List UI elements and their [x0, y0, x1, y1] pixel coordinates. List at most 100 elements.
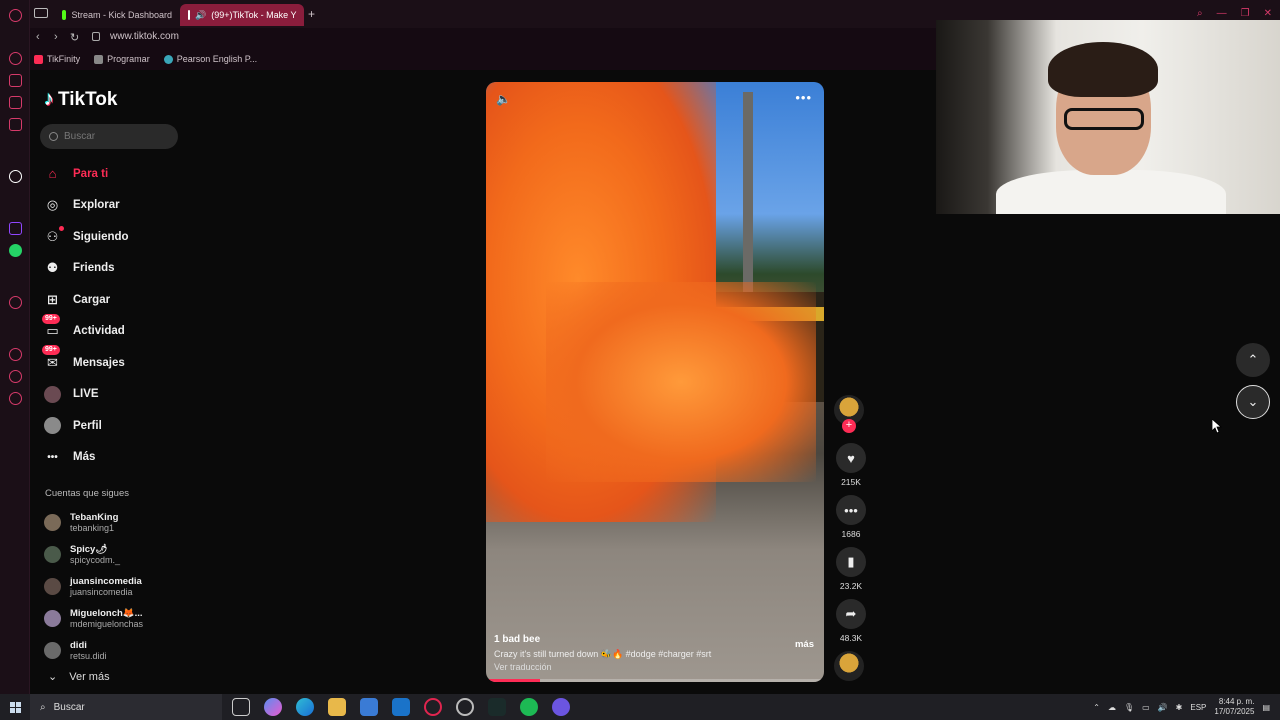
comment-action[interactable]: ••• 1686 [834, 495, 868, 539]
previous-video-button[interactable]: ⌃ [1236, 343, 1270, 377]
network-icon[interactable]: ▭ [1142, 703, 1150, 712]
minimize-button[interactable]: — [1217, 8, 1227, 19]
video-progress-bar[interactable] [486, 679, 824, 682]
translation-link[interactable]: Ver traducción [494, 662, 814, 672]
spotify-icon[interactable] [520, 698, 538, 716]
share-icon[interactable]: ➦ [836, 599, 866, 629]
search-box[interactable] [40, 124, 178, 149]
following-item[interactable]: TebanKing tebanking1 [44, 506, 184, 538]
outlook-icon[interactable] [392, 698, 410, 716]
aria-icon[interactable] [9, 170, 22, 183]
url-field[interactable]: www.tiktok.com [110, 31, 179, 42]
edge-icon[interactable] [296, 698, 314, 716]
extensions-icon[interactable] [9, 74, 22, 87]
tab-tiktok[interactable]: 🔊 (99+)TikTok - Make Y [180, 4, 304, 26]
nav-cargar[interactable]: ⊞ Cargar [44, 284, 184, 316]
nav-perfil[interactable]: Perfil [44, 410, 184, 442]
nav-explorar[interactable]: ◎ Explorar [44, 190, 184, 222]
like-action[interactable]: ♥ 215K [834, 443, 868, 487]
tray-chevron-icon[interactable]: ⌃ [1093, 703, 1100, 712]
avatar [44, 641, 61, 659]
following-item[interactable]: juansincomedia juansincomedia [44, 570, 184, 602]
chevron-up-icon: ⌃ [1247, 352, 1259, 367]
speaker-icon[interactable]: 🔊 [195, 4, 206, 26]
search-input[interactable] [64, 131, 164, 142]
next-video-button[interactable]: ⌄ [1236, 385, 1270, 419]
nav-para-ti[interactable]: ⌂ Para ti [44, 158, 184, 190]
comment-icon[interactable]: ••• [836, 495, 866, 525]
maximize-button[interactable]: ❐ [1241, 8, 1250, 19]
system-tray: ⌃ ☁ 🎙 ▭ 🔊 ✱ ESP 8:44 p. m. 17/07/2025 ▤ [1093, 694, 1280, 720]
obs-icon[interactable] [456, 698, 474, 716]
clock-date: 17/07/2025 [1214, 707, 1255, 716]
video-player[interactable]: 🔈 ••• 1 bad bee Crazy it's still turned … [486, 82, 824, 682]
tab-kick[interactable]: Stream - Kick Dashboard [54, 4, 180, 26]
messenger-icon[interactable] [9, 118, 22, 131]
following-item[interactable]: didi retsu.didi [44, 634, 184, 666]
search-icon [49, 132, 58, 141]
new-tab-button[interactable]: + [308, 8, 315, 20]
history-icon[interactable] [9, 348, 22, 361]
tiktok-logo[interactable]: ♪ TikTok [44, 88, 117, 111]
bookmark-icon[interactable]: ▮ [836, 547, 866, 577]
settings-icon[interactable] [9, 392, 22, 405]
see-more-button[interactable]: ⌄ Ver más [48, 670, 110, 684]
player-icon[interactable] [9, 296, 22, 309]
following-item[interactable]: Miguelonch🦊... mdemiguelonchas [44, 602, 184, 634]
onedrive-icon[interactable]: ☁ [1108, 703, 1116, 712]
search-tabs-icon[interactable]: ⌕ [1197, 8, 1203, 19]
heart-icon[interactable]: ♥ [836, 443, 866, 473]
task-view-icon[interactable] [232, 698, 250, 716]
start-button[interactable] [0, 694, 30, 720]
following-icon: ⚇ [44, 226, 64, 245]
share-action[interactable]: ➦ 48.3K [834, 599, 868, 643]
reload-button[interactable]: ↻ [70, 31, 79, 44]
file-explorer-icon[interactable] [328, 698, 346, 716]
volume-icon[interactable]: 🔈 [496, 92, 511, 106]
twitch-icon[interactable] [9, 222, 22, 235]
notifications-icon[interactable]: ▤ [1262, 703, 1270, 712]
tab-menu-icon[interactable] [34, 8, 48, 18]
volume-tray-icon[interactable]: 🔊 [1158, 703, 1168, 712]
bluetooth-icon[interactable]: ✱ [1176, 703, 1183, 712]
caption-more-button[interactable]: más [795, 639, 814, 650]
following-list: TebanKing tebanking1 Spicy🌶 spicycodm._ ju… [44, 506, 184, 666]
bookmark-pearson[interactable]: Pearson English P... [163, 54, 257, 64]
whatsapp-icon[interactable] [9, 244, 22, 257]
discord-icon[interactable] [552, 698, 570, 716]
stash-icon[interactable] [9, 96, 22, 109]
bookmark-programar[interactable]: Programar [94, 54, 150, 64]
copilot-icon[interactable] [264, 698, 282, 716]
lock-icon [92, 32, 100, 41]
microphone-icon[interactable]: 🎙 [1124, 703, 1134, 712]
nav-siguiendo[interactable]: ⚇ Siguiendo [44, 221, 184, 253]
activity-icon: ▭ 99+ [42, 313, 61, 340]
speed-dial-icon[interactable] [9, 52, 22, 65]
close-button[interactable]: ✕ [1264, 8, 1272, 19]
video-username[interactable]: 1 bad bee [494, 634, 814, 645]
save-action[interactable]: ▮ 23.2K [834, 547, 868, 591]
clock[interactable]: 8:44 p. m. 17/07/2025 [1214, 697, 1254, 717]
more-options-icon[interactable]: ••• [795, 90, 812, 105]
terminal-icon[interactable] [488, 698, 506, 716]
nav-live[interactable]: LIVE [44, 379, 184, 411]
following-item[interactable]: Spicy🌶 spicycodm._ [44, 538, 184, 570]
follow-plus-button[interactable]: + [842, 419, 856, 433]
forward-button[interactable]: › [54, 31, 58, 43]
opera-logo-icon[interactable] [9, 9, 22, 22]
nav-mensajes[interactable]: ✉ 99+ Mensajes [42, 345, 184, 379]
taskbar-search[interactable]: ⌕ Buscar [30, 694, 222, 720]
tikfinity-icon [34, 54, 43, 64]
music-disc-avatar[interactable] [834, 651, 864, 681]
back-button[interactable]: ‹ [36, 31, 40, 43]
video-progress-fill [486, 679, 541, 682]
creator-avatar[interactable]: + [834, 395, 864, 433]
language-indicator[interactable]: ESP [1190, 703, 1206, 712]
opera-gx-icon[interactable] [424, 698, 442, 716]
store-icon[interactable] [360, 698, 378, 716]
nav-actividad[interactable]: ▭ 99+ Actividad [42, 313, 184, 348]
bookmarks-icon[interactable] [9, 370, 22, 383]
nav-mas[interactable]: ••• Más [44, 442, 184, 474]
bookmark-tikfinity[interactable]: TikFinity [34, 54, 80, 64]
nav-friends[interactable]: ⚉ Friends [44, 253, 184, 285]
